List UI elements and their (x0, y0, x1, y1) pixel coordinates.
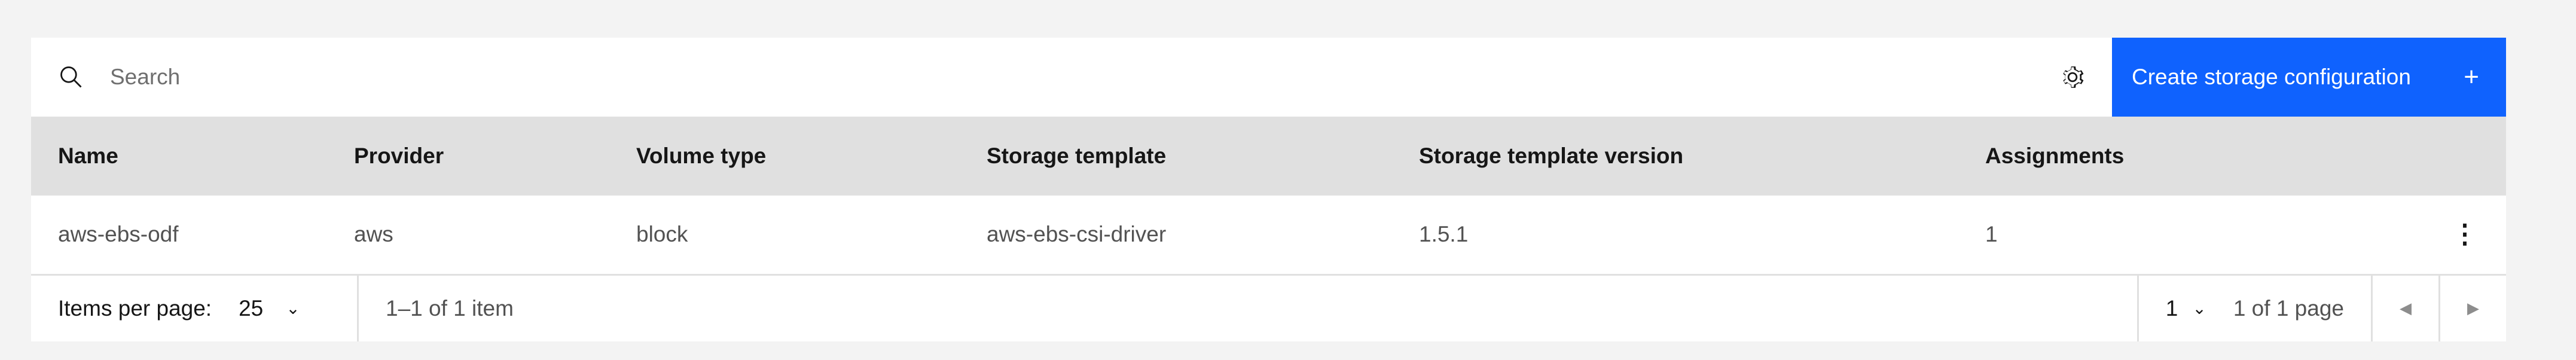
column-header-storage-template[interactable]: Storage template (960, 117, 1392, 196)
search-icon (60, 66, 82, 88)
column-header-assignments[interactable]: Assignments (1958, 117, 2424, 196)
items-per-page-value: 25 (239, 295, 264, 321)
table-row[interactable]: aws-ebs-odf aws block aws-ebs-csi-driver… (31, 196, 2506, 274)
chevron-down-icon: ⌄ (2192, 299, 2206, 318)
cell-assignments: 1 (1985, 222, 1998, 247)
page-navigation-section: 1 ⌄ 1 of 1 page ◀ ▶ (2137, 275, 2506, 341)
table-toolbar: Create storage configuration + (31, 37, 2506, 117)
cell-storage-template: aws-ebs-csi-driver (987, 222, 1167, 247)
overflow-menu-icon[interactable]: ⋮ (2452, 221, 2478, 248)
search-input[interactable] (31, 37, 2033, 117)
items-per-page-select[interactable]: 25 ⌄ (239, 296, 300, 321)
cell-volume-type: block (636, 222, 688, 247)
gear-icon (2063, 66, 2084, 88)
cell-provider: aws (354, 222, 393, 247)
page-of-text: 1 of 1 page (2233, 295, 2344, 321)
page-number-select[interactable]: 1 ⌄ (2137, 275, 2206, 341)
plus-icon: + (2464, 62, 2479, 91)
cell-template-version: 1.5.1 (1419, 222, 1469, 247)
chevron-down-icon: ⌄ (286, 299, 300, 318)
table-header-row: Name Provider Volume type Storage templa… (31, 117, 2506, 196)
items-per-page-label: Items per page: (58, 295, 212, 321)
current-page-value: 1 (2165, 295, 2178, 321)
items-per-page-section: Items per page: 25 ⌄ (31, 275, 359, 341)
pagination-bar: Items per page: 25 ⌄ 1–1 of 1 item 1 ⌄ 1… (31, 275, 2506, 341)
cell-name: aws-ebs-odf (58, 222, 179, 247)
column-header-volume-type[interactable]: Volume type (609, 117, 960, 196)
caret-right-icon: ▶ (2467, 299, 2479, 317)
previous-page-button[interactable]: ◀ (2371, 275, 2438, 341)
next-page-button[interactable]: ▶ (2438, 275, 2506, 341)
search-container (31, 37, 2033, 117)
caret-left-icon: ◀ (2400, 299, 2412, 317)
cell-actions: ⋮ (2424, 196, 2506, 274)
create-button-label: Create storage configuration (2132, 65, 2411, 89)
table-settings-button[interactable] (2033, 38, 2112, 117)
column-header-provider[interactable]: Provider (327, 117, 609, 196)
create-storage-configuration-button[interactable]: Create storage configuration + (2112, 38, 2506, 117)
data-table-container: Create storage configuration + Name Prov… (31, 37, 2506, 341)
column-header-storage-template-version[interactable]: Storage template version (1392, 117, 1958, 196)
storage-configurations-table: Name Provider Volume type Storage templa… (31, 117, 2506, 276)
column-header-actions (2424, 117, 2506, 196)
column-header-name[interactable]: Name (31, 117, 327, 196)
item-range-text: 1–1 of 1 item (386, 295, 514, 321)
